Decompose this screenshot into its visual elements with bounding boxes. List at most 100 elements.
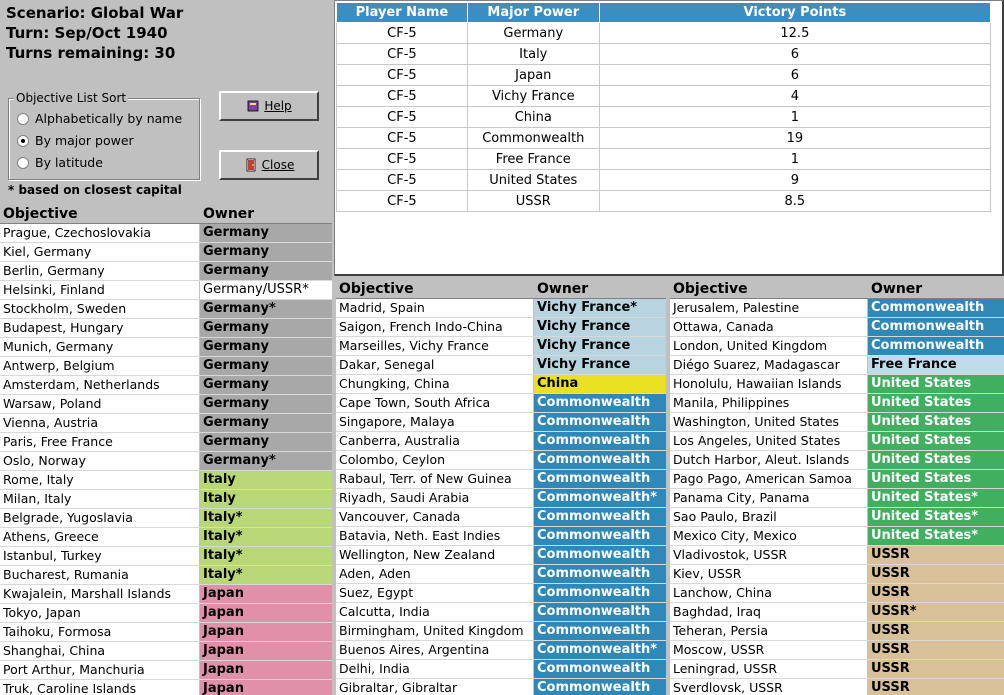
col-victory-points[interactable]: Victory Points [598, 2, 992, 23]
owner-name: Italy [203, 529, 236, 544]
objective-row[interactable]: Jerusalem, Palestine Commonwealth [670, 299, 1004, 318]
objective-row[interactable]: Panama City, Panama United States* [670, 489, 1004, 508]
objective-row[interactable]: Warsaw, Poland Germany [0, 395, 332, 414]
objective-row[interactable]: Delhi, India Commonwealth [336, 660, 666, 679]
objective-owner: Commonwealth [868, 318, 1004, 336]
major-power-cell: Vichy France [466, 85, 600, 107]
objective-row[interactable]: Suez, Egypt Commonwealth [336, 584, 666, 603]
objective-row[interactable]: Vienna, Austria Germany [0, 414, 332, 433]
close-button[interactable]: Close [219, 150, 319, 180]
objective-row[interactable]: Cape Town, South Africa Commonwealth [336, 394, 666, 413]
objective-row[interactable]: Helsinki, Finland Germany/USSR* [0, 281, 332, 300]
objective-row[interactable]: Mexico City, Mexico United States* [670, 527, 1004, 546]
objective-row[interactable]: Marseilles, Vichy France Vichy France [336, 337, 666, 356]
objective-row[interactable]: Pago Pago, American Samoa United States [670, 470, 1004, 489]
objective-row[interactable]: Oslo, Norway Germany* [0, 452, 332, 471]
objective-row[interactable]: Batavia, Neth. East Indies Commonwealth [336, 527, 666, 546]
objective-row[interactable]: Singapore, Malaya Commonwealth [336, 413, 666, 432]
objective-row[interactable]: Honolulu, Hawaiian Islands United States [670, 375, 1004, 394]
objective-row[interactable]: Belgrade, Yugoslavia Italy* [0, 509, 332, 528]
objective-row[interactable]: Diégo Suarez, Madagascar Free France [670, 356, 1004, 375]
owner-name: Germany [203, 263, 269, 278]
objective-row[interactable]: Birmingham, United Kingdom Commonwealth [336, 622, 666, 641]
objective-row[interactable]: Stockholm, Sweden Germany* [0, 300, 332, 319]
objective-row[interactable]: London, United Kingdom Commonwealth [670, 337, 1004, 356]
vp-row[interactable]: CF-5 Germany 12.5 [336, 22, 992, 44]
objective-row[interactable]: Vladivostok, USSR USSR [670, 546, 1004, 565]
objective-row[interactable]: Los Angeles, United States United States [670, 432, 1004, 451]
objective-row[interactable]: Sao Paulo, Brazil United States* [670, 508, 1004, 527]
objective-row[interactable]: Saigon, French Indo-China Vichy France [336, 318, 666, 337]
objective-row[interactable]: Kiev, USSR USSR [670, 565, 1004, 584]
owner-name: Commonwealth [537, 661, 651, 676]
objective-row[interactable]: Munich, Germany Germany [0, 338, 332, 357]
objective-owner: Commonwealth [534, 603, 666, 621]
objective-row[interactable]: Dutch Harbor, Aleut. Islands United State… [670, 451, 1004, 470]
objective-row[interactable]: Baghdad, Iraq USSR* [670, 603, 1004, 622]
objective-row[interactable]: Athens, Greece Italy* [0, 528, 332, 547]
objective-row[interactable]: Buenos Aires, Argentina Commonwealth* [336, 641, 666, 660]
objective-row[interactable]: Dakar, Senegal Vichy France [336, 356, 666, 375]
objective-row[interactable]: Sverdlovsk, USSR USSR [670, 679, 1004, 695]
help-button[interactable]: Help [219, 91, 319, 121]
objective-row[interactable]: Shanghai, China Japan [0, 642, 332, 661]
objective-row[interactable]: Lanchow, China USSR [670, 584, 1004, 603]
objective-row[interactable]: Moscow, USSR USSR [670, 641, 1004, 660]
owner-name: United States [871, 509, 972, 524]
vp-row[interactable]: CF-5 Commonwealth 19 [336, 127, 992, 149]
objective-row[interactable]: Antwerp, Belgium Germany [0, 357, 332, 376]
vp-row[interactable]: CF-5 Vichy France 4 [336, 85, 992, 107]
vp-row[interactable]: CF-5 Japan 6 [336, 64, 992, 86]
objective-row[interactable]: Teheran, Persia USSR [670, 622, 1004, 641]
objective-row[interactable]: Berlin, Germany Germany [0, 262, 332, 281]
objective-owner: United States [868, 394, 1004, 412]
objective-name: Rabaul, Terr. of New Guinea [336, 470, 534, 488]
objective-row[interactable]: Riyadh, Saudi Arabia Commonwealth* [336, 489, 666, 508]
sort-alphabetical-radio[interactable]: Alphabetically by name [17, 111, 182, 126]
objective-owner: Vichy France [534, 337, 666, 355]
objective-row[interactable]: Canberra, Australia Commonwealth [336, 432, 666, 451]
objective-row[interactable]: Wellington, New Zealand Commonwealth [336, 546, 666, 565]
objective-row[interactable]: Milan, Italy Italy [0, 490, 332, 509]
objective-row[interactable]: Bucharest, Rumania Italy* [0, 566, 332, 585]
vp-row[interactable]: CF-5 United States 9 [336, 169, 992, 191]
vp-row[interactable]: CF-5 China 1 [336, 106, 992, 128]
objective-row[interactable]: Gibraltar, Gibraltar Commonwealth [336, 679, 666, 695]
objective-row[interactable]: Washington, United States United States [670, 413, 1004, 432]
objective-owner: Germany [200, 433, 332, 451]
col-major-power[interactable]: Major Power [466, 2, 600, 23]
objective-row[interactable]: Amsterdam, Netherlands Germany [0, 376, 332, 395]
objective-row[interactable]: Colombo, Ceylon Commonwealth [336, 451, 666, 470]
victory-points-cell: 1 [598, 148, 992, 170]
col-player-name[interactable]: Player Name [336, 2, 468, 23]
objective-row[interactable]: Tokyo, Japan Japan [0, 604, 332, 623]
objective-row[interactable]: Taihoku, Formosa Japan [0, 623, 332, 642]
player-name-cell: CF-5 [336, 190, 468, 212]
objective-row[interactable]: Madrid, Spain Vichy France* [336, 299, 666, 318]
vp-row[interactable]: CF-5 USSR 8.5 [336, 190, 992, 212]
objective-row[interactable]: Vancouver, Canada Commonwealth [336, 508, 666, 527]
objective-row[interactable]: Ottawa, Canada Commonwealth [670, 318, 1004, 337]
objective-row[interactable]: Istanbul, Turkey Italy* [0, 547, 332, 566]
vp-row[interactable]: CF-5 Free France 1 [336, 148, 992, 170]
objective-row[interactable]: Budapest, Hungary Germany [0, 319, 332, 338]
sort-major-power-radio[interactable]: By major power [17, 133, 134, 148]
objective-row[interactable]: Kiel, Germany Germany [0, 243, 332, 262]
objective-row[interactable]: Port Arthur, Manchuria Japan [0, 661, 332, 680]
vp-row[interactable]: CF-5 Italy 6 [336, 43, 992, 65]
objective-row[interactable]: Paris, Free France Germany [0, 433, 332, 452]
objective-row[interactable]: Prague, Czechoslovakia Germany [0, 224, 332, 243]
objective-row[interactable]: Truk, Caroline Islands Japan [0, 680, 332, 695]
objective-row[interactable]: Calcutta, India Commonwealth [336, 603, 666, 622]
objective-row[interactable]: Aden, Aden Commonwealth [336, 565, 666, 584]
closest-capital-mark: * [235, 529, 243, 544]
objective-owner: USSR [868, 546, 1004, 564]
objective-row[interactable]: Chungking, China China [336, 375, 666, 394]
objective-row[interactable]: Kwajalein, Marshall Islands Japan [0, 585, 332, 604]
objective-row[interactable]: Manila, Philippines United States [670, 394, 1004, 413]
objective-row[interactable]: Leningrad, USSR USSR [670, 660, 1004, 679]
sort-latitude-radio[interactable]: By latitude [17, 155, 103, 170]
objective-row[interactable]: Rabaul, Terr. of New Guinea Commonwealth [336, 470, 666, 489]
objective-row[interactable]: Rome, Italy Italy [0, 471, 332, 490]
closest-capital-mark: * [971, 490, 979, 505]
